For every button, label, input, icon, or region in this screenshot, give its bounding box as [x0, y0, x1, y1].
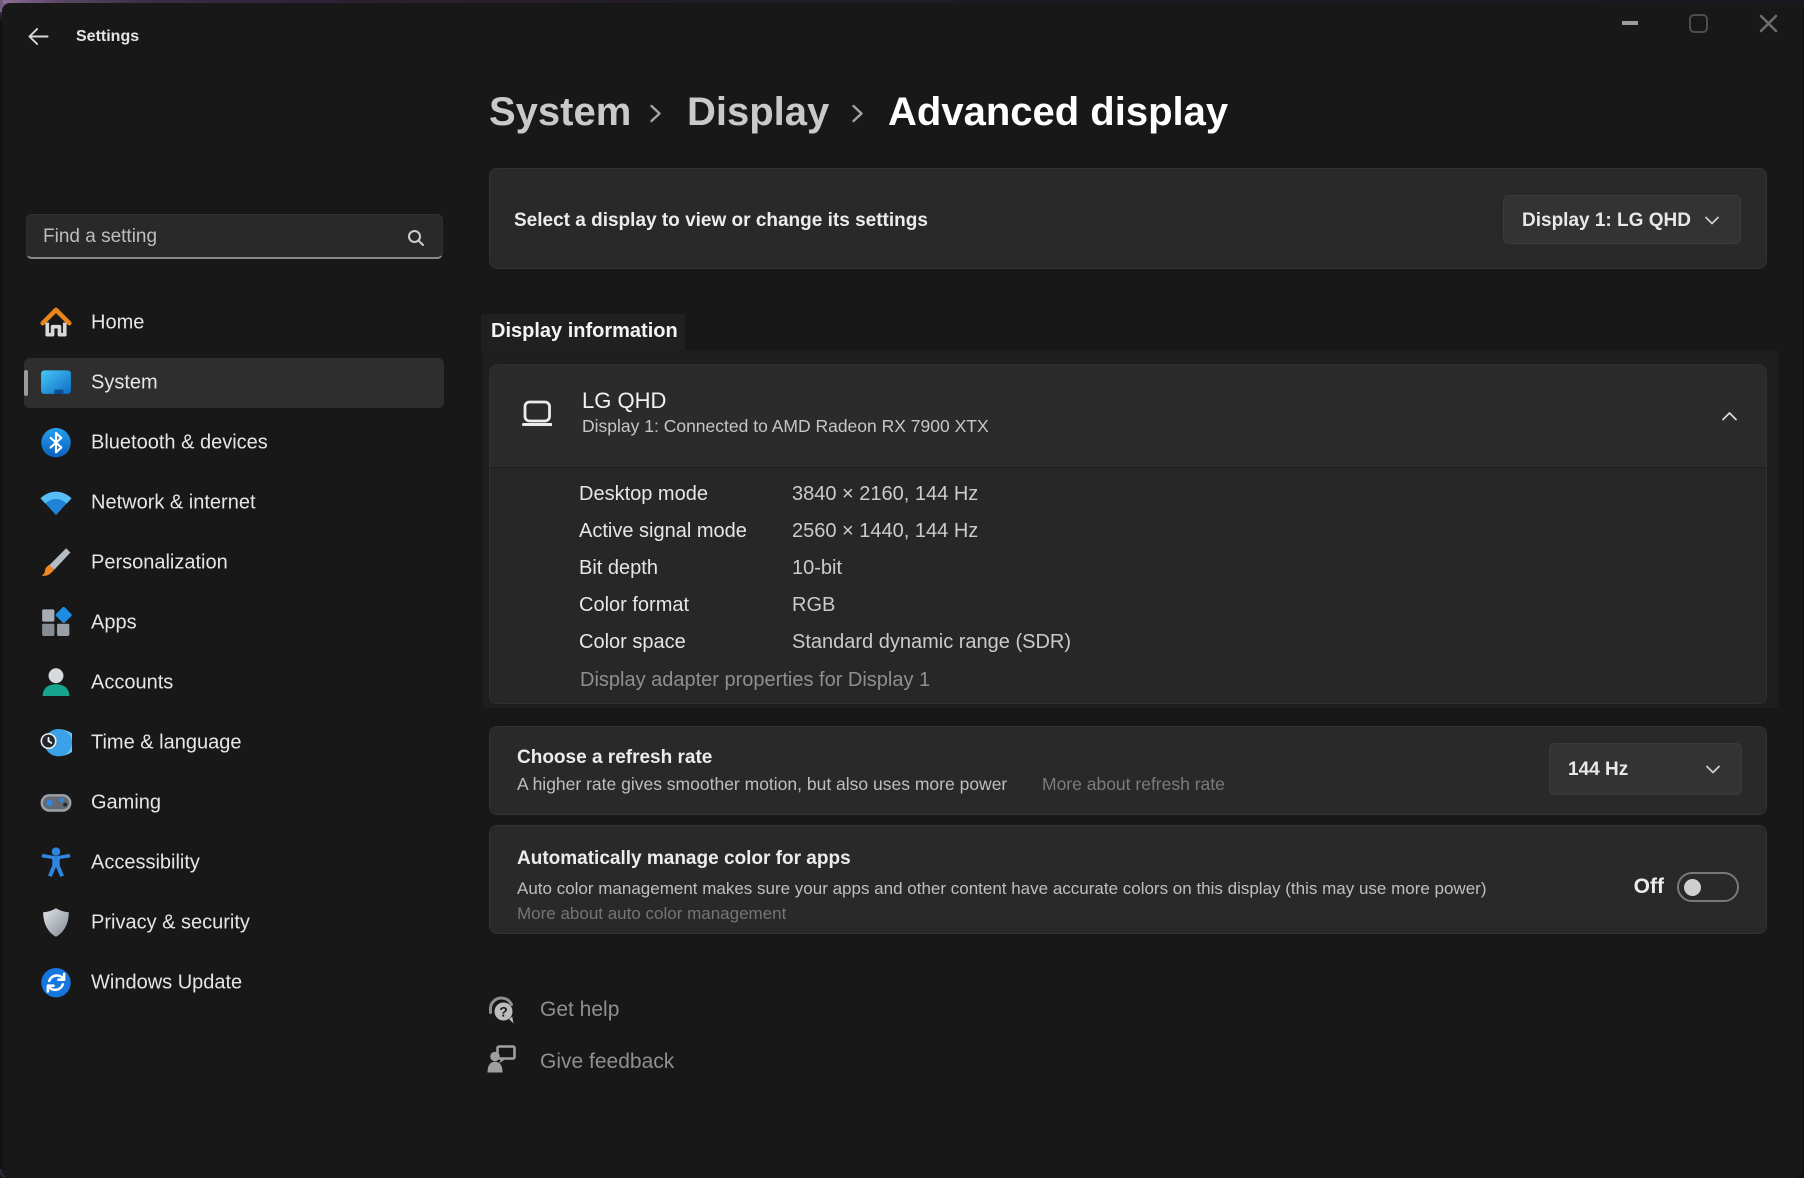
- svg-text:?: ?: [499, 1004, 508, 1020]
